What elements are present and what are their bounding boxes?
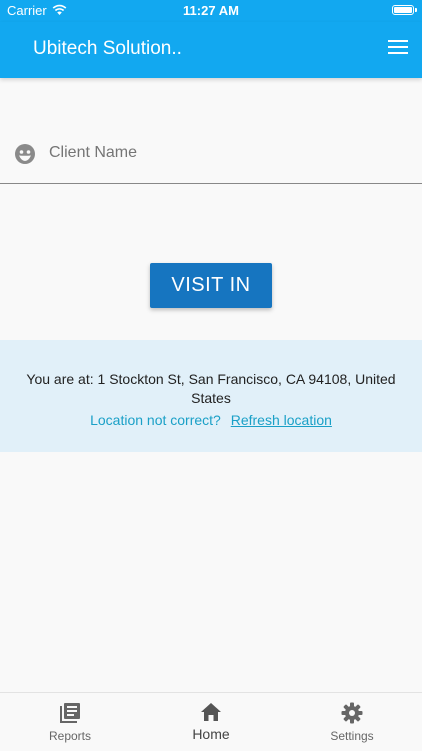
nav-item-reports[interactable]: Reports xyxy=(0,693,140,751)
battery-icon xyxy=(392,5,417,15)
app-bar: Ubitech Solution.. xyxy=(0,22,422,78)
settings-icon xyxy=(341,702,363,724)
home-icon xyxy=(201,703,221,721)
reports-icon xyxy=(60,703,80,723)
app-title: Ubitech Solution.. xyxy=(33,38,182,59)
nav-item-home[interactable]: Home xyxy=(141,693,281,751)
bottom-nav: Reports Home Settings xyxy=(0,692,422,751)
client-name-placeholder: Client Name xyxy=(49,144,138,161)
nav-label-home: Home xyxy=(192,726,230,742)
location-question: Location not correct? xyxy=(90,412,221,428)
nav-label-settings: Settings xyxy=(330,729,374,743)
current-address: You are at: 1 Stockton St, San Francisco… xyxy=(26,371,396,406)
visit-in-button[interactable]: VISIT IN xyxy=(150,263,272,308)
location-panel: You are at: 1 Stockton St, San Francisco… xyxy=(0,340,422,452)
client-face-icon xyxy=(15,144,35,164)
nav-item-settings[interactable]: Settings xyxy=(282,693,422,751)
clock: 11:27 AM xyxy=(183,3,239,18)
location-correction-row: Location not correct? Refresh location xyxy=(0,412,422,428)
hamburger-menu-icon[interactable] xyxy=(388,40,408,56)
client-name-field[interactable]: Client Name xyxy=(0,128,422,184)
refresh-location-link[interactable]: Refresh location xyxy=(231,412,332,428)
nav-label-reports: Reports xyxy=(48,729,92,743)
status-bar: Carrier 11:27 AM xyxy=(0,0,422,22)
